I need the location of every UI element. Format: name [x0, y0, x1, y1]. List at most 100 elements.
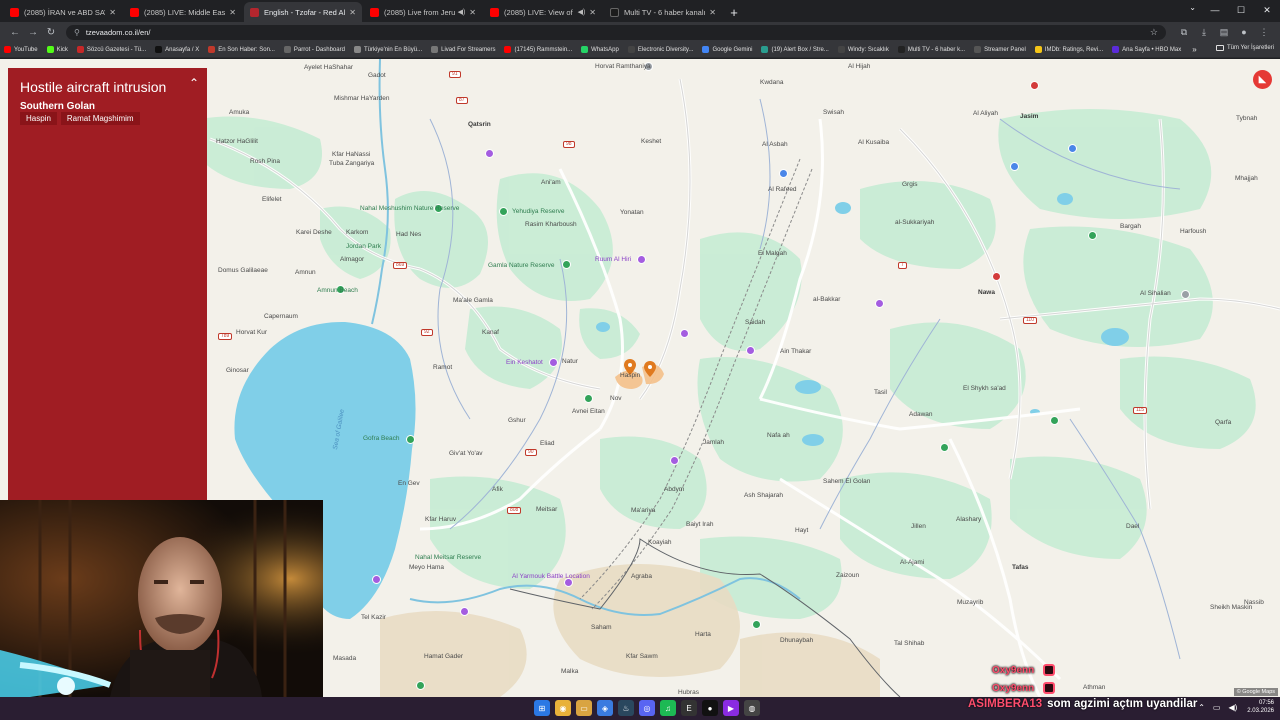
- map-poi-icon[interactable]: [680, 329, 689, 338]
- menu-icon[interactable]: ⋮: [1254, 27, 1274, 38]
- map-place-label[interactable]: Bargah: [1120, 223, 1141, 230]
- map-poi-icon[interactable]: [637, 255, 646, 264]
- map-place-label[interactable]: Ain Thakar: [780, 348, 811, 355]
- back-icon[interactable]: ←: [6, 24, 24, 40]
- map-place-label[interactable]: Ramot: [433, 364, 452, 371]
- map-place-label[interactable]: Karei Deshe: [296, 229, 332, 236]
- bookmark-item[interactable]: Kick: [46, 46, 68, 53]
- red-alert-logo-icon[interactable]: ◣: [1253, 70, 1272, 89]
- map-poi-icon[interactable]: [875, 299, 884, 308]
- map-place-label[interactable]: Nawa: [978, 289, 995, 296]
- map-place-label[interactable]: Tafas: [1012, 564, 1029, 571]
- park-icon[interactable]: [940, 443, 949, 452]
- map-place-label[interactable]: Hayt: [795, 527, 808, 534]
- map-place-label[interactable]: Nahal Meshushim Nature Reserve: [360, 205, 459, 212]
- map-place-label[interactable]: Domus Galilaeae: [218, 267, 268, 274]
- map-place-label[interactable]: Al Aliyah: [973, 110, 998, 117]
- map-place-label[interactable]: Ani'am: [541, 179, 561, 186]
- map-place-label[interactable]: Swisah: [823, 109, 844, 116]
- app-icon[interactable]: ◍: [744, 700, 760, 716]
- browser-tab[interactable]: (2085) Live from Jerusalem◀)✕: [364, 2, 482, 22]
- map-place-label[interactable]: Tybnah: [1236, 115, 1257, 122]
- map-place-label[interactable]: Ayelet HaShahar: [304, 64, 353, 71]
- map-place-label[interactable]: Meitsar: [536, 506, 557, 513]
- map-place-label[interactable]: Capernaum: [264, 313, 298, 320]
- map-place-label[interactable]: Amnun: [295, 269, 316, 276]
- map-place-label[interactable]: Rosh Pina: [250, 158, 280, 165]
- park-icon[interactable]: [1050, 416, 1059, 425]
- bookmark-item[interactable]: Livad For Streamers: [431, 46, 495, 53]
- map-place-label[interactable]: Gadot: [368, 72, 386, 79]
- map-place-label[interactable]: Al Sihalian: [1140, 290, 1171, 297]
- map-place-label[interactable]: Tuba Zangariya: [329, 160, 374, 167]
- park-icon[interactable]: [1088, 231, 1097, 240]
- extensions-icon[interactable]: ⧉: [1174, 27, 1194, 38]
- park-icon[interactable]: [499, 207, 508, 216]
- profile-icon[interactable]: ●: [1234, 27, 1254, 38]
- map-place-label[interactable]: Koayiah: [648, 539, 672, 546]
- map-place-label[interactable]: Athman: [1083, 684, 1105, 691]
- browser-tab[interactable]: (2085) LIVE: Middle East real-ti✕: [124, 2, 242, 22]
- map-place-label[interactable]: Ein Keshatot: [506, 359, 543, 366]
- map-poi-icon[interactable]: [549, 358, 558, 367]
- close-tab-icon[interactable]: ✕: [229, 8, 236, 17]
- steam-icon[interactable]: ♨: [618, 700, 634, 716]
- speaker-icon[interactable]: ◀): [458, 8, 466, 16]
- park-icon[interactable]: [562, 260, 571, 269]
- tab-search-icon[interactable]: ⌄: [1189, 3, 1196, 12]
- map-place-label[interactable]: Hatzor HaGlilit: [216, 138, 258, 145]
- map-place-label[interactable]: Dhunaybah: [780, 637, 813, 644]
- park-icon[interactable]: [416, 681, 425, 690]
- map-place-label[interactable]: Masada: [333, 655, 356, 662]
- map-place-label[interactable]: En Gev: [398, 480, 420, 487]
- map-place-label[interactable]: Giv'at Yo'av: [449, 450, 483, 457]
- map-place-label[interactable]: Hubras: [678, 689, 699, 696]
- map-place-label[interactable]: Ma'ariya: [631, 507, 655, 514]
- close-tab-icon[interactable]: ✕: [349, 8, 356, 17]
- map-place-label[interactable]: Natur: [562, 358, 578, 365]
- map-place-label[interactable]: Tasil: [874, 389, 887, 396]
- new-tab-button[interactable]: +: [724, 2, 744, 22]
- bookmark-item[interactable]: Streamer Panel: [974, 46, 1026, 53]
- map-place-label[interactable]: Horvat Ramthaniya: [595, 63, 651, 70]
- map-place-label[interactable]: Muzayrib: [957, 599, 983, 606]
- map-poi-icon[interactable]: [1010, 162, 1019, 171]
- map-place-label[interactable]: Eliad: [540, 440, 554, 447]
- bookmark-item[interactable]: Türkiye'nin En Büyü...: [353, 46, 422, 53]
- bookmark-item[interactable]: WhatsApp: [581, 46, 619, 53]
- windows-start-icon[interactable]: ⊞: [534, 700, 550, 716]
- obs-icon[interactable]: ●: [702, 700, 718, 716]
- address-bar[interactable]: ⚲ tzevaadom.co.il/en/ ☆: [66, 24, 1166, 40]
- map-place-label[interactable]: Grgis: [902, 181, 918, 188]
- map-place-label[interactable]: Malka: [561, 668, 578, 675]
- map-place-label[interactable]: Al-Ajami: [900, 559, 924, 566]
- map-place-label[interactable]: Saidah: [745, 319, 765, 326]
- map-place-label[interactable]: Had Nes: [396, 231, 421, 238]
- hospital-icon[interactable]: [1030, 81, 1039, 90]
- bookmark-item[interactable]: Google Gemini: [702, 46, 752, 53]
- map-place-label[interactable]: El Shykh sa'ad: [963, 385, 1006, 392]
- map-poi-icon[interactable]: [460, 607, 469, 616]
- volume-icon[interactable]: ◀): [1228, 703, 1237, 712]
- park-icon[interactable]: [406, 435, 415, 444]
- map-place-label[interactable]: Al Kusaiba: [858, 139, 889, 146]
- map-place-label[interactable]: El Malgah: [758, 250, 787, 257]
- bookmark-item[interactable]: YouTube: [4, 46, 38, 53]
- bookmark-item[interactable]: (17145) Rammstein...: [504, 46, 572, 53]
- map-poi-icon[interactable]: [1181, 290, 1190, 299]
- map-place-label[interactable]: Amnun Beach: [317, 287, 358, 294]
- map-place-label[interactable]: Kanaf: [482, 329, 499, 336]
- collapse-chevron-icon[interactable]: ⌃: [189, 76, 199, 90]
- map-place-label[interactable]: Nov: [610, 395, 622, 402]
- bookmark-item[interactable]: Windy: Sıcaklık: [837, 46, 889, 53]
- map-place-label[interactable]: Almagor: [340, 256, 364, 263]
- speaker-icon[interactable]: ◀): [578, 8, 586, 16]
- browser-tab[interactable]: (2085) LIVE: View of Hai◀)✕: [484, 2, 602, 22]
- download-icon[interactable]: ⤓: [1194, 27, 1214, 38]
- tray-chevron-icon[interactable]: ⌃: [1198, 703, 1205, 712]
- map-place-label[interactable]: Adawan: [909, 411, 933, 418]
- close-window-icon[interactable]: ✕: [1254, 0, 1280, 20]
- map-place-label[interactable]: Keshet: [641, 138, 661, 145]
- chrome-icon[interactable]: ◉: [555, 700, 571, 716]
- map-place-label[interactable]: Mhajjah: [1235, 175, 1258, 182]
